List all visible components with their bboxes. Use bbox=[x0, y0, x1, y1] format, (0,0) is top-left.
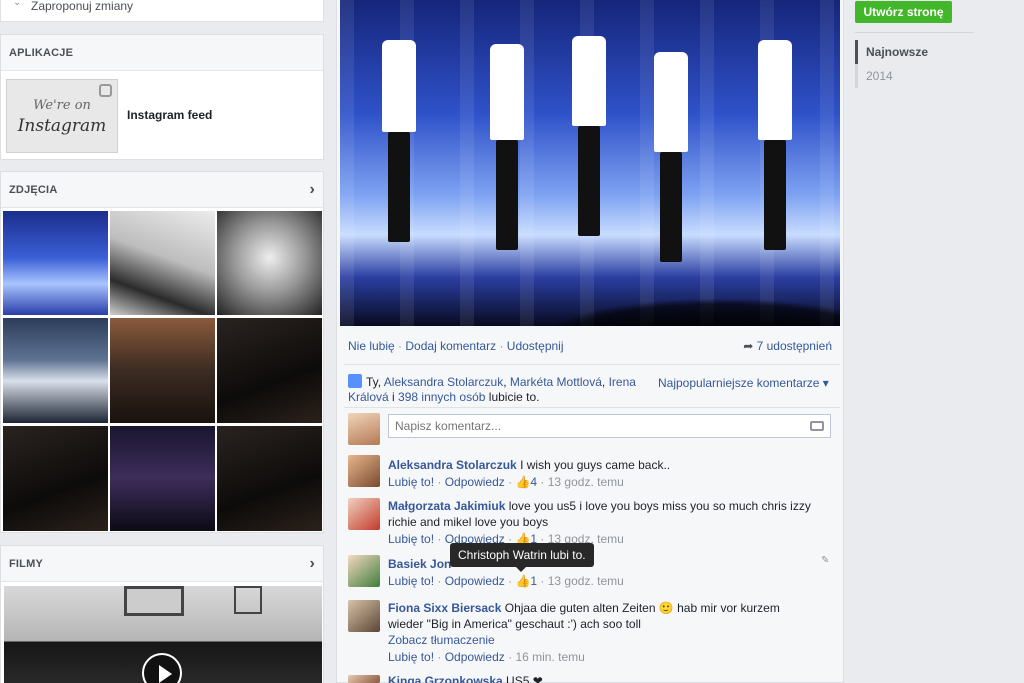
share-link[interactable]: Udostępnij bbox=[507, 339, 564, 353]
dancer bbox=[382, 40, 416, 242]
like-comment-link[interactable]: Lubię to! bbox=[388, 475, 434, 489]
comment-time[interactable]: 16 min. temu bbox=[515, 650, 584, 664]
create-page-button[interactable]: Utwórz stronę bbox=[855, 1, 952, 23]
unlike-link[interactable]: Nie lubię bbox=[348, 339, 395, 353]
avatar[interactable] bbox=[348, 455, 380, 487]
timeline-item-latest[interactable]: Najnowsze bbox=[855, 40, 973, 64]
camera-icon[interactable] bbox=[810, 421, 824, 431]
videos-header[interactable]: FILMY › bbox=[1, 546, 323, 582]
post-action-bar: Nie lubię · Dodaj komentarz · Udostępnij… bbox=[348, 339, 832, 353]
photos-header[interactable]: ZDJĘCIA › bbox=[1, 172, 323, 208]
comment-sort-dropdown[interactable]: Najpopularniejsze komentarze ▾ bbox=[658, 376, 829, 390]
comment-actions: Lubię to! · Odpowiedz · 16 min. temu bbox=[388, 650, 585, 664]
dancer bbox=[490, 44, 524, 250]
comment-author[interactable]: Fiona Sixx Biersack bbox=[388, 601, 501, 615]
reply-link[interactable]: Odpowiedz bbox=[445, 475, 505, 489]
comment: Kinga Grzonkowska US5 ❤ bbox=[388, 675, 788, 683]
like-comment-link[interactable]: Lubię to! bbox=[388, 574, 434, 588]
post-photo[interactable] bbox=[340, 0, 840, 326]
thumbs-up-icon: 👍 bbox=[515, 475, 531, 489]
apps-section: APLIKACJE We're on Instagram Instagram f… bbox=[0, 34, 324, 160]
videos-section: FILMY › bbox=[0, 545, 324, 683]
shares-count[interactable]: ➦ 7 udostępnień bbox=[743, 339, 832, 353]
thumbs-up-icon bbox=[348, 374, 362, 388]
comment-actions: Lubię to! · Odpowiedz · 👍1 · 13 godz. te… bbox=[388, 574, 624, 588]
comment-author[interactable]: Basiek Jon bbox=[388, 557, 451, 571]
photos-section: ZDJĘCIA › bbox=[0, 171, 324, 533]
likes-summary: Ty, Aleksandra Stolarczuk, Markéta Mottl… bbox=[348, 374, 636, 404]
comment-input-wrap[interactable] bbox=[388, 414, 831, 438]
comment-text: US5 ❤ bbox=[506, 675, 543, 683]
photo-thumb[interactable] bbox=[110, 211, 215, 315]
instagram-thumb-line1: We're on bbox=[33, 98, 91, 113]
photo-thumb[interactable] bbox=[217, 426, 322, 531]
comment-author[interactable]: Małgorzata Jakimiuk bbox=[388, 499, 505, 513]
timeline-item-2014[interactable]: 2014 bbox=[855, 64, 973, 88]
thumbs-up-icon: 👍 bbox=[515, 574, 531, 588]
play-button-icon[interactable] bbox=[142, 653, 182, 683]
comment: Małgorzata Jakimiuk love you us5 i love … bbox=[388, 498, 828, 546]
timeline-nav: Najnowsze 2014 bbox=[855, 40, 973, 88]
comment: Fiona Sixx Biersack Ohjaa die guten alte… bbox=[388, 600, 788, 664]
comment-author[interactable]: Aleksandra Stolarczuk bbox=[388, 458, 517, 472]
chevron-right-icon[interactable]: › bbox=[309, 181, 315, 198]
instagram-feed-link[interactable]: Instagram feed bbox=[127, 108, 212, 122]
comment-text: I wish you guys came back.. bbox=[520, 458, 671, 472]
reply-link[interactable]: Odpowiedz bbox=[445, 574, 505, 588]
comment-author[interactable]: Kinga Grzonkowska bbox=[388, 675, 503, 683]
comment-actions: Lubię to! · Odpowiedz · 👍4 · 13 godz. te… bbox=[388, 475, 624, 489]
like-comment-link[interactable]: Lubię to! bbox=[388, 532, 434, 546]
add-comment-link[interactable]: Dodaj komentarz bbox=[405, 339, 496, 353]
dancer bbox=[572, 36, 606, 236]
avatar[interactable] bbox=[348, 600, 380, 632]
instagram-app-thumbnail[interactable]: We're on Instagram bbox=[6, 79, 118, 153]
instagram-thumb-line2: Instagram bbox=[17, 116, 107, 136]
photo-thumb[interactable] bbox=[217, 211, 322, 315]
liker-link[interactable]: Aleksandra Stolarczuk bbox=[384, 375, 503, 389]
comment-input[interactable] bbox=[389, 415, 799, 437]
avatar[interactable] bbox=[348, 498, 380, 530]
avatar bbox=[348, 413, 380, 445]
dancer bbox=[654, 52, 688, 262]
avatar[interactable] bbox=[348, 675, 380, 683]
comment-time[interactable]: 13 godz. temu bbox=[548, 574, 624, 588]
liker-link[interactable]: Markéta Mottlová bbox=[510, 375, 602, 389]
chevron-right-icon[interactable]: › bbox=[309, 555, 315, 572]
photo-thumb[interactable] bbox=[3, 211, 108, 315]
others-likers-link[interactable]: 398 innych osób bbox=[398, 390, 485, 404]
avatar[interactable] bbox=[348, 555, 380, 587]
apps-header: APLIKACJE bbox=[1, 35, 323, 71]
photo-thumb[interactable] bbox=[3, 318, 108, 423]
suggest-edits-card: ⌄ Zaproponuj zmiany bbox=[0, 0, 324, 22]
share-arrow-icon: ➦ bbox=[743, 339, 754, 353]
comment-like-count[interactable]: 👍1 bbox=[515, 574, 537, 588]
comment-time[interactable]: 13 godz. temu bbox=[548, 475, 624, 489]
chevron-down-icon: ⌄ bbox=[13, 0, 22, 8]
comment-like-count[interactable]: 👍4 bbox=[515, 475, 537, 489]
instagram-icon bbox=[99, 84, 112, 97]
like-comment-link[interactable]: Lubię to! bbox=[388, 650, 434, 664]
see-translation-link[interactable]: Zobacz tłumaczenie bbox=[388, 632, 788, 648]
video-thumbnail[interactable] bbox=[4, 586, 322, 683]
photo-thumb[interactable] bbox=[217, 318, 322, 423]
edit-pencil-icon[interactable]: ✎ bbox=[821, 555, 829, 566]
dancer bbox=[758, 40, 792, 250]
comment: Aleksandra Stolarczuk I wish you guys ca… bbox=[388, 457, 828, 489]
photo-thumb[interactable] bbox=[3, 426, 108, 531]
suggest-edits-link[interactable]: Zaproponuj zmiany bbox=[31, 0, 133, 13]
photo-thumb[interactable] bbox=[110, 426, 215, 531]
reply-link[interactable]: Odpowiedz bbox=[445, 650, 505, 664]
photo-thumb[interactable] bbox=[110, 318, 215, 423]
likes-tooltip: Christoph Watrin lubi to. bbox=[450, 543, 594, 572]
